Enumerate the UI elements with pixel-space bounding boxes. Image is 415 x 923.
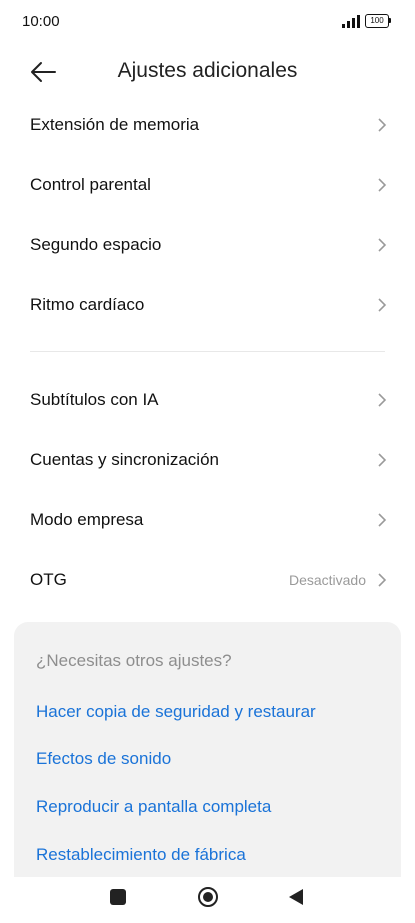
triangle-back-icon[interactable] <box>287 887 305 907</box>
signal-icon <box>342 15 360 28</box>
header: Ajustes adicionales <box>0 50 415 94</box>
item-label: Control parental <box>30 175 151 194</box>
settings-item-enterprise-mode[interactable]: Modo empresa <box>0 490 415 550</box>
settings-item-heart-rate[interactable]: Ritmo cardíaco <box>0 275 415 335</box>
chevron-right-icon <box>378 298 387 312</box>
item-label: Segundo espacio <box>30 235 162 254</box>
square-icon[interactable] <box>110 889 126 905</box>
link-factory-reset[interactable]: Restablecimiento de fábrica <box>36 845 246 865</box>
settings-item-parental-control[interactable]: Control parental <box>0 155 415 215</box>
suggestions-card: ¿Necesitas otros ajustes? Hacer copia de… <box>14 622 401 882</box>
item-label: OTG <box>30 570 67 589</box>
item-label: Cuentas y sincronización <box>30 450 219 469</box>
chevron-right-icon <box>378 573 387 587</box>
circle-icon[interactable] <box>197 886 219 908</box>
chevron-right-icon <box>378 393 387 407</box>
chevron-right-icon <box>378 238 387 252</box>
settings-item-otg[interactable]: OTG Desactivado <box>0 550 415 610</box>
item-label: Modo empresa <box>30 510 144 529</box>
link-sound-effects[interactable]: Efectos de sonido <box>36 749 171 769</box>
item-label: Subtítulos con IA <box>30 390 159 409</box>
item-label: Ritmo cardíaco <box>30 295 145 314</box>
link-backup-restore[interactable]: Hacer copia de seguridad y restaurar <box>36 702 316 722</box>
settings-item-memory-extension[interactable]: Extensión de memoria <box>0 95 415 155</box>
settings-group-2: Subtítulos con IA Cuentas y sincronizaci… <box>0 370 415 610</box>
navigation-bar <box>0 877 415 923</box>
battery-level: 100 <box>365 14 389 28</box>
settings-item-accounts-sync[interactable]: Cuentas y sincronización <box>0 430 415 490</box>
battery-icon: 100 <box>365 14 391 28</box>
chevron-right-icon <box>378 453 387 467</box>
status-time: 10:00 <box>22 13 60 30</box>
suggestions-title: ¿Necesitas otros ajustes? <box>36 651 232 670</box>
settings-item-ai-subtitles[interactable]: Subtítulos con IA <box>0 370 415 430</box>
item-label: Extensión de memoria <box>30 115 200 134</box>
settings-group-1: Extensión de memoria Control parental Se… <box>0 95 415 335</box>
chevron-right-icon <box>378 513 387 527</box>
page-title: Ajustes adicionales <box>117 59 298 82</box>
settings-item-second-space[interactable]: Segundo espacio <box>0 215 415 275</box>
status-bar: 10:00 100 <box>0 0 415 44</box>
chevron-right-icon <box>378 118 387 132</box>
chevron-right-icon <box>378 178 387 192</box>
link-fullscreen-play[interactable]: Reproducir a pantalla completa <box>36 797 271 817</box>
battery-tip <box>389 18 391 23</box>
divider <box>30 351 385 352</box>
item-value: Desactivado <box>288 572 366 588</box>
